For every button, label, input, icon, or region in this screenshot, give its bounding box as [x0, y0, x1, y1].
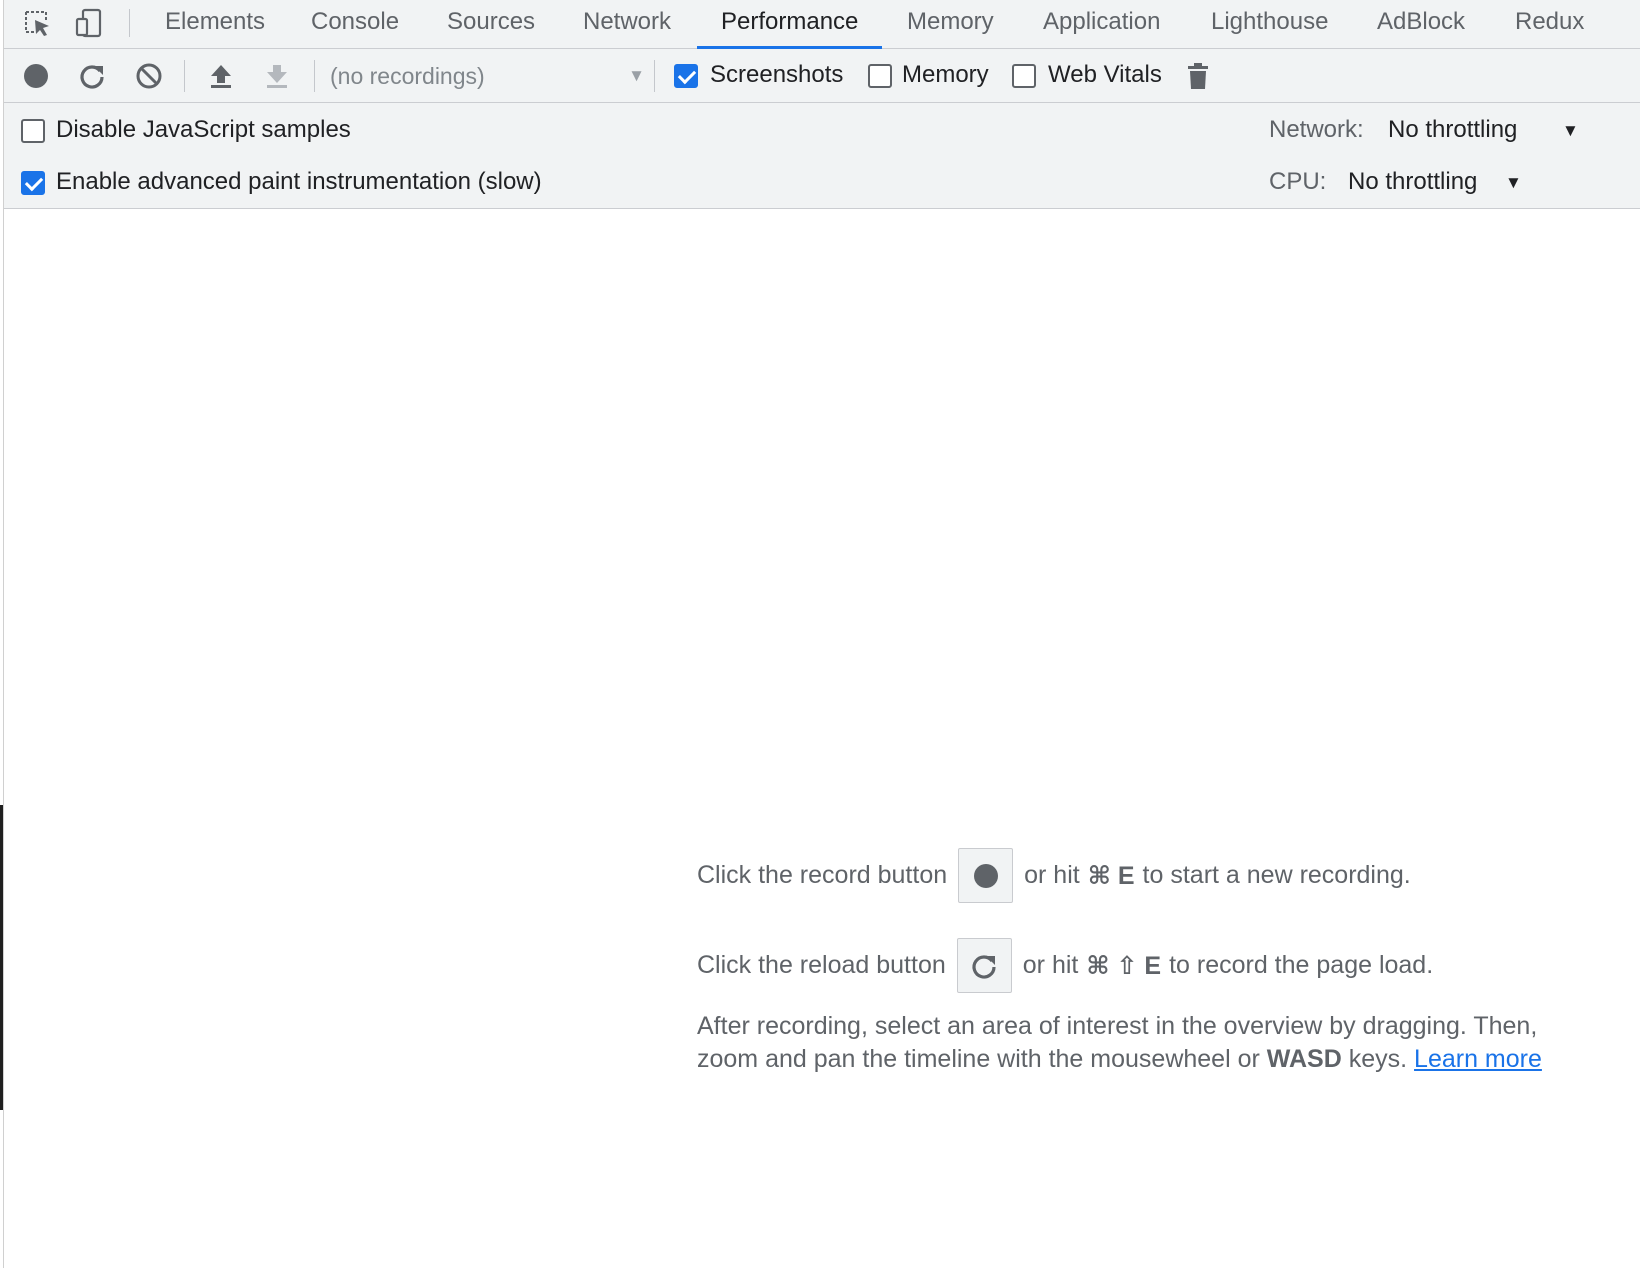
reload-shortcut: ⌘ ⇧ E	[1086, 951, 1162, 980]
record-hint-suffix: to start a new recording.	[1142, 861, 1411, 889]
record-icon	[24, 64, 48, 88]
usage-keys-text: keys.	[1348, 1045, 1408, 1073]
record-button[interactable]	[20, 60, 52, 92]
chevron-down-icon: ▼	[628, 66, 645, 85]
inspect-element-icon[interactable]	[22, 8, 52, 38]
tab-memory[interactable]: Memory	[907, 0, 994, 48]
usage-text: After recording, select an area of inter…	[697, 1012, 1538, 1073]
reload-hint-suffix: to record the page load.	[1169, 951, 1434, 979]
tab-adblock[interactable]: AdBlock	[1377, 0, 1465, 48]
tab-performance[interactable]: Performance	[697, 0, 883, 49]
inline-record-button[interactable]	[958, 848, 1014, 903]
clear-button[interactable]	[133, 60, 165, 92]
reload-hint-prefix: Click the reload button	[697, 951, 946, 979]
tab-separator	[129, 9, 130, 37]
record-icon	[973, 863, 998, 888]
tab-sources[interactable]: Sources	[447, 0, 535, 48]
save-profile-button[interactable]	[261, 60, 293, 92]
learn-more-link[interactable]: Learn more	[1414, 1045, 1542, 1073]
tab-elements[interactable]: Elements	[165, 0, 265, 48]
collect-garbage-button[interactable]	[1182, 60, 1214, 92]
cpu-throttle-label: CPU:	[1269, 168, 1327, 195]
trash-icon	[1188, 63, 1208, 89]
screenshots-label[interactable]: Screenshots	[710, 61, 843, 89]
reload-hint-or: or hit	[1022, 951, 1079, 979]
toolbar-separator	[184, 60, 185, 92]
chevron-down-icon[interactable]: ▼	[1562, 121, 1579, 141]
clear-icon	[136, 63, 162, 89]
capture-settings-panel: Disable JavaScript samples Enable advanc…	[4, 103, 1640, 209]
inline-reload-button[interactable]	[956, 938, 1012, 993]
tab-redux[interactable]: Redux	[1515, 0, 1584, 48]
record-hint-or: or hit	[1024, 861, 1080, 889]
wasd-keys: WASD	[1266, 1045, 1342, 1073]
reload-record-button[interactable]	[76, 60, 108, 92]
device-toolbar-icon[interactable]	[74, 8, 104, 38]
record-hint-prefix: Click the record button	[697, 861, 948, 889]
cpu-throttle-select[interactable]: No throttling	[1348, 168, 1477, 196]
toolbar-separator	[654, 60, 655, 92]
reload-hint: Click the reload button or hit ⌘ ⇧ E to …	[697, 938, 1433, 993]
network-throttle-select[interactable]: No throttling	[1388, 116, 1517, 144]
download-icon	[267, 65, 287, 88]
left-dark-strip	[0, 805, 3, 1110]
advanced-paint-label[interactable]: Enable advanced paint instrumentation (s…	[56, 168, 542, 196]
upload-icon	[211, 65, 231, 88]
load-profile-button[interactable]	[205, 60, 237, 92]
network-throttle-label: Network:	[1269, 116, 1364, 143]
screenshots-checkbox[interactable]	[674, 64, 698, 88]
tab-application[interactable]: Application	[1043, 0, 1160, 48]
tab-network[interactable]: Network	[583, 0, 671, 48]
tab-lighthouse[interactable]: Lighthouse	[1211, 0, 1328, 48]
web-vitals-label[interactable]: Web Vitals	[1048, 61, 1162, 89]
devtools-tab-bar: Elements Console Sources Network Perform…	[4, 0, 1640, 49]
toolbar-separator	[314, 60, 315, 92]
advanced-paint-checkbox[interactable]	[21, 171, 45, 195]
performance-toolbar: (no recordings) ▼ Screenshots Memory Web…	[4, 49, 1640, 103]
tab-console[interactable]: Console	[311, 0, 399, 48]
chevron-down-icon[interactable]: ▼	[1505, 173, 1522, 193]
disable-js-samples-label[interactable]: Disable JavaScript samples	[56, 116, 351, 144]
record-hint: Click the record button or hit ⌘ E to st…	[697, 848, 1411, 903]
memory-label[interactable]: Memory	[902, 61, 989, 89]
web-vitals-checkbox[interactable]	[1012, 64, 1036, 88]
memory-checkbox[interactable]	[868, 64, 892, 88]
recordings-select[interactable]: (no recordings) ▼	[330, 58, 645, 94]
recordings-select-value: (no recordings)	[330, 63, 485, 89]
disable-js-samples-checkbox[interactable]	[21, 119, 45, 143]
usage-paragraph: After recording, select an area of inter…	[697, 1010, 1597, 1076]
record-shortcut: ⌘ E	[1087, 861, 1135, 890]
reload-icon	[80, 65, 104, 89]
reload-icon	[972, 954, 996, 979]
